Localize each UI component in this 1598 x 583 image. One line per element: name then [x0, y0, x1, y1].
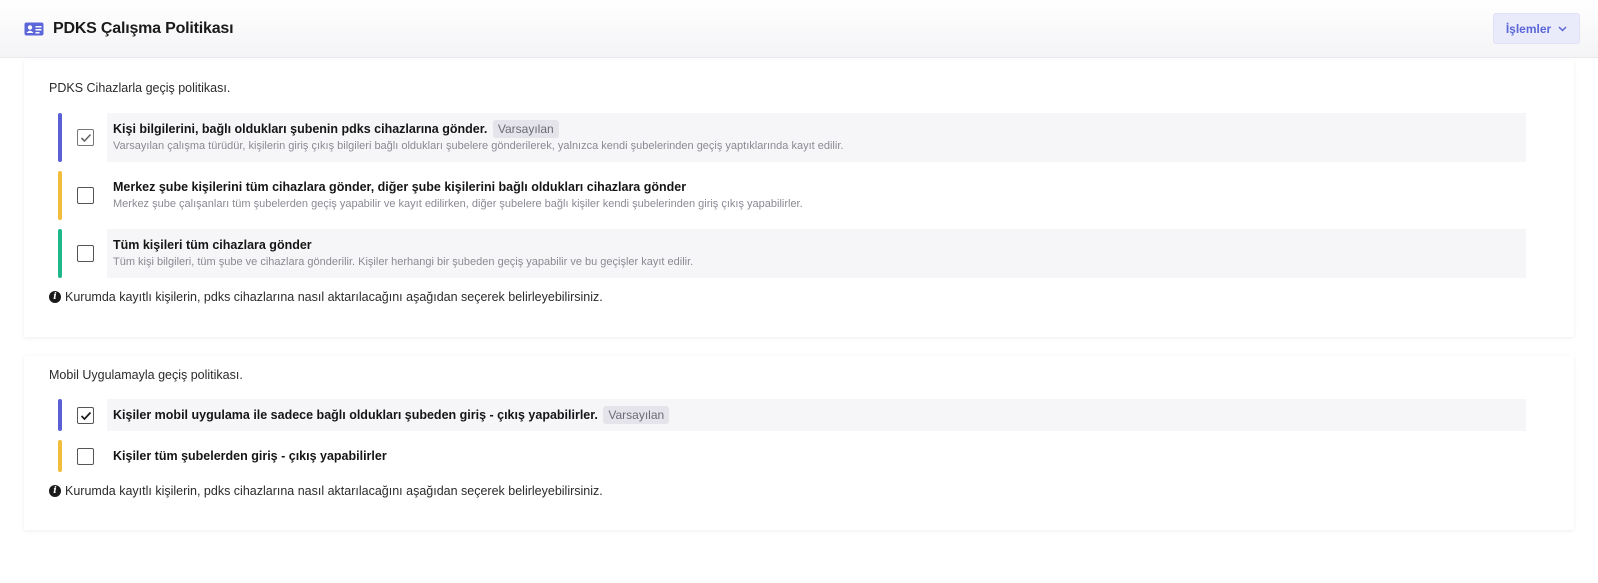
default-badge: Varsayılan — [492, 120, 559, 138]
mobile-option-2-label: Kişiler tüm şubelerden giriş - çıkış yap… — [113, 449, 387, 463]
device-policy-info-text: Kurumda kayıtlı kişilerin, pdks cihazlar… — [65, 290, 603, 304]
actions-button-label: İşlemler — [1505, 21, 1552, 36]
mobile-policy-card: Mobil Uygulamayla geçiş politikası. Kişi… — [24, 356, 1574, 530]
device-option-3-checkbox[interactable] — [77, 245, 94, 262]
option-color-bar — [58, 171, 62, 220]
mobile-option-1-label: Kişiler mobil uygulama ile sadece bağlı … — [113, 408, 598, 422]
device-option-2-label: Merkez şube kişilerini tüm cihazlara gön… — [113, 180, 687, 194]
device-policy-info: i Kurumda kayıtlı kişilerin, pdks cihazl… — [49, 290, 603, 304]
info-icon: i — [49, 485, 61, 497]
device-policy-option-3[interactable]: Tüm kişileri tüm cihazlara gönder Tüm ki… — [58, 229, 1526, 278]
option-color-bar — [58, 113, 62, 162]
option-color-bar — [58, 399, 62, 431]
mobile-policy-info-text: Kurumda kayıtlı kişilerin, pdks cihazlar… — [65, 484, 603, 498]
option-color-bar — [58, 229, 62, 278]
checkmark-icon — [80, 133, 91, 142]
checkmark-icon — [80, 411, 91, 420]
device-policy-card: PDKS Cihazlarla geçiş politikası. Kişi b… — [24, 60, 1574, 337]
default-badge: Varsayılan — [603, 406, 670, 424]
device-option-1-label: Kişi bilgilerini, bağlı oldukları şubeni… — [113, 122, 488, 136]
mobile-option-2-checkbox[interactable] — [77, 448, 94, 465]
device-option-2-checkbox[interactable] — [77, 187, 94, 204]
id-card-icon — [24, 22, 44, 36]
mobile-policy-title: Mobil Uygulamayla geçiş politikası. — [49, 368, 243, 382]
info-icon: i — [49, 291, 61, 303]
mobile-policy-option-1[interactable]: Kişiler mobil uygulama ile sadece bağlı … — [58, 399, 1526, 431]
device-policy-option-2[interactable]: Merkez şube kişilerini tüm cihazlara gön… — [58, 171, 1526, 220]
chevron-down-icon — [1558, 25, 1567, 32]
page-title: PDKS Çalışma Politikası — [53, 19, 234, 37]
device-policy-option-1[interactable]: Kişi bilgilerini, bağlı oldukları şubeni… — [58, 113, 1526, 162]
device-option-3-label: Tüm kişileri tüm cihazlara gönder — [113, 238, 312, 252]
mobile-policy-option-2[interactable]: Kişiler tüm şubelerden giriş - çıkış yap… — [58, 440, 1526, 472]
mobile-option-1-checkbox[interactable] — [77, 407, 94, 424]
device-option-2-description: Merkez şube çalışanları tüm şubelerden g… — [113, 198, 803, 210]
mobile-policy-info: i Kurumda kayıtlı kişilerin, pdks cihazl… — [49, 484, 603, 498]
device-option-1-checkbox[interactable] — [77, 129, 94, 146]
device-policy-title: PDKS Cihazlarla geçiş politikası. — [49, 81, 231, 95]
actions-dropdown-button[interactable]: İşlemler — [1493, 13, 1580, 44]
device-option-1-description: Varsayılan çalışma türüdür, kişilerin gi… — [113, 140, 844, 152]
page-header: PDKS Çalışma Politikası İşlemler — [0, 0, 1598, 58]
option-color-bar — [58, 440, 62, 472]
device-option-3-description: Tüm kişi bilgileri, tüm şube ve cihazlar… — [113, 256, 694, 268]
